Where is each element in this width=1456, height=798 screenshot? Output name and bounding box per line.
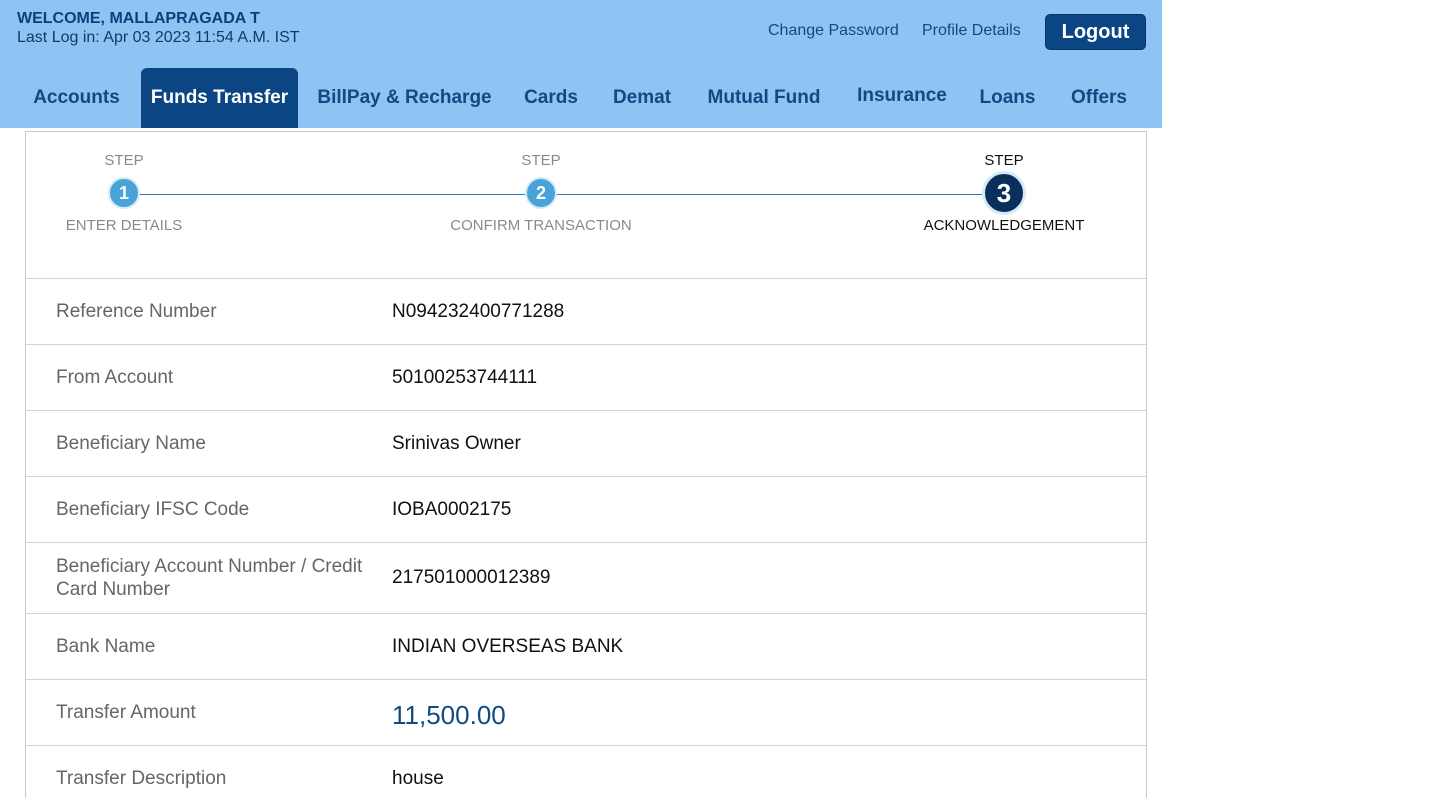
detail-row-beneficiary-name: Beneficiary Name Srinivas Owner <box>26 410 1146 476</box>
profile-details-link[interactable]: Profile Details <box>922 22 1021 40</box>
tab-offers[interactable]: Offers <box>1054 68 1144 128</box>
detail-value: 217501000012389 <box>392 567 551 588</box>
detail-label: Beneficiary Name <box>56 433 206 454</box>
top-header: WELCOME, MALLAPRAGADA T Last Log in: Apr… <box>0 0 1162 128</box>
step-label: STEP <box>521 152 561 169</box>
tab-mutual-fund[interactable]: Mutual Fund <box>695 68 833 128</box>
tab-accounts[interactable]: Accounts <box>20 68 133 128</box>
detail-row-transfer-description: Transfer Description house <box>26 745 1146 798</box>
detail-label: From Account <box>56 367 174 388</box>
step-label: STEP <box>104 152 144 169</box>
step-title: ACKNOWLEDGEMENT <box>923 217 1085 234</box>
detail-value: N094232400771288 <box>392 300 565 322</box>
tab-funds-transfer[interactable]: Funds Transfer <box>141 68 298 128</box>
welcome-text: WELCOME, MALLAPRAGADA T <box>17 10 260 27</box>
transaction-details-table: Reference Number N094232400771288 From A… <box>26 278 1146 798</box>
step-number-badge: 2 <box>525 177 557 209</box>
detail-row-from-account: From Account 50100253744111 <box>26 344 1146 410</box>
step-title: CONFIRM TRANSACTION <box>450 217 632 234</box>
step-number-badge: 1 <box>108 177 140 209</box>
detail-label: Beneficiary Account Number / Credit Card… <box>56 556 363 600</box>
acknowledgement-panel: STEP 1 ENTER DETAILS STEP 2 CONFIRM TRAN… <box>25 131 1147 798</box>
tab-billpay-recharge[interactable]: BillPay & Recharge <box>306 68 503 128</box>
detail-label: Beneficiary IFSC Code <box>56 499 250 520</box>
detail-row-beneficiary-ifsc: Beneficiary IFSC Code IOBA0002175 <box>26 476 1146 542</box>
tab-cards[interactable]: Cards <box>513 68 589 128</box>
detail-row-beneficiary-account: Beneficiary Account Number / Credit Card… <box>26 542 1146 613</box>
step-number-badge: 3 <box>982 171 1026 215</box>
step-enter-details: STEP 1 ENTER DETAILS <box>0 132 254 234</box>
detail-value: house <box>392 767 444 789</box>
detail-value: Srinivas Owner <box>392 432 521 454</box>
transfer-amount-value: 11,500.00 <box>392 700 506 730</box>
tab-loans[interactable]: Loans <box>971 68 1044 128</box>
detail-label: Transfer Amount <box>56 702 196 723</box>
change-password-link[interactable]: Change Password <box>768 22 899 40</box>
detail-row-transfer-amount: Transfer Amount 11,500.00 <box>26 679 1146 745</box>
detail-label: Transfer Description <box>56 768 227 789</box>
step-label: STEP <box>984 152 1024 169</box>
step-acknowledgement: STEP 3 ACKNOWLEDGEMENT <box>874 132 1134 234</box>
last-login-text: Last Log in: Apr 03 2023 11:54 A.M. IST <box>17 29 300 46</box>
tab-insurance[interactable]: Insurance <box>843 66 961 126</box>
detail-row-reference-number: Reference Number N094232400771288 <box>26 278 1146 344</box>
detail-value: IOBA0002175 <box>392 498 512 520</box>
detail-label: Bank Name <box>56 636 156 657</box>
detail-value: INDIAN OVERSEAS BANK <box>392 635 624 657</box>
step-title: ENTER DETAILS <box>65 217 183 234</box>
tab-demat[interactable]: Demat <box>599 68 685 128</box>
detail-label: Reference Number <box>56 301 217 322</box>
step-confirm-transaction: STEP 2 CONFIRM TRANSACTION <box>411 132 671 234</box>
logout-button[interactable]: Logout <box>1045 14 1146 50</box>
detail-value: 50100253744111 <box>392 366 538 388</box>
detail-row-bank-name: Bank Name INDIAN OVERSEAS BANK <box>26 613 1146 679</box>
